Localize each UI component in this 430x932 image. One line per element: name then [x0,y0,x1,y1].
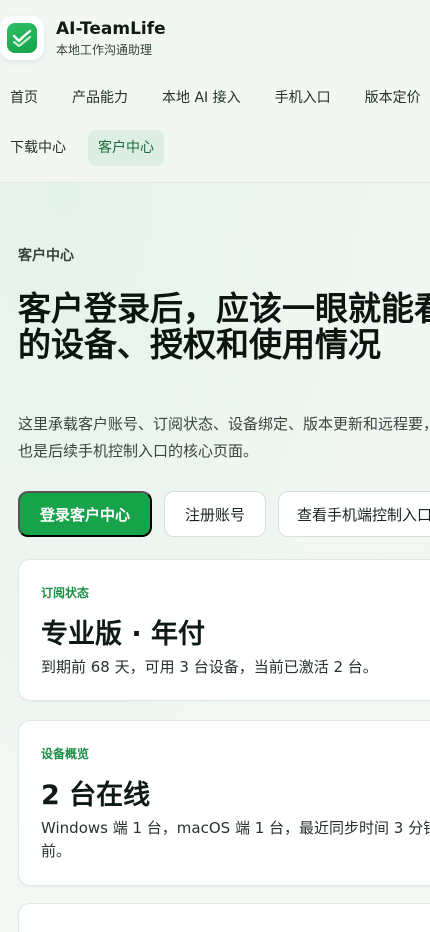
page-title: 客户登录后，应该一眼就能看到自己的设备、授权和使用情况 [18,289,430,364]
nav-item-customer-center[interactable]: 客户中心 [88,130,164,166]
nav-row-1: 首页 产品能力 本地 AI 接入 手机入口 版本定价 [0,80,430,116]
partial-card [18,903,430,932]
subscription-card: 订阅状态 专业版 · 年付 到期前 68 天，可用 3 台设备，当前已激活 2 … [18,559,430,701]
customer-center-page: AI-TeamLife 本地工作沟通助理 首页 产品能力 本地 AI 接入 手机… [0,0,430,932]
nav-item-local-ai[interactable]: 本地 AI 接入 [152,80,251,116]
card-tag: 订阅状态 [41,586,90,600]
page-lead: 这里承载客户账号、订阅状态、设备绑定、版本更新和远程要，也是后续手机控制入口的核… [18,415,430,460]
nav-item-downloads[interactable]: 下载中心 [0,130,76,166]
checkmark-chart-icon [7,23,37,53]
brand[interactable]: AI-TeamLife 本地工作沟通助理 [0,16,166,60]
register-button[interactable]: 注册账号 [164,491,266,537]
nav-item-mobile[interactable]: 手机入口 [265,80,341,116]
hero-section: 客户中心 客户登录后，应该一眼就能看到自己的设备、授权和使用情况 这里承载客户账… [0,183,430,932]
card-tag: 设备概览 [41,747,90,761]
nav-item-features[interactable]: 产品能力 [62,80,138,116]
nav-item-pricing[interactable]: 版本定价 [355,80,430,116]
mobile-control-button[interactable]: 查看手机端控制入口 [278,491,430,537]
logo [0,16,44,60]
site-header: AI-TeamLife 本地工作沟通助理 首页 产品能力 本地 AI 接入 手机… [0,0,430,183]
nav-row-2: 下载中心 客户中心 [0,130,164,166]
card-title: 专业版 · 年付 [41,619,206,650]
brand-name: AI-TeamLife [56,18,166,39]
brand-subtitle: 本地工作沟通助理 [56,42,153,57]
hero-actions: 登录客户中心 注册账号 查看手机端控制入口 [18,491,430,537]
login-button[interactable]: 登录客户中心 [18,491,152,537]
main-nav: 首页 产品能力 本地 AI 接入 手机入口 版本定价 下载中心 客户中心 [0,80,430,166]
devices-card: 设备概览 2 台在线 Windows 端 1 台，macOS 端 1 台，最近同… [18,720,430,886]
nav-item-home[interactable]: 首页 [0,80,48,116]
section-eyebrow: 客户中心 [18,248,74,264]
card-description: 到期前 68 天，可用 3 台设备，当前已激活 2 台。 [41,658,378,676]
card-title: 2 台在线 [41,780,151,811]
card-description: Windows 端 1 台，macOS 端 1 台，最近同步时间 3 分钟前。 [41,819,430,860]
